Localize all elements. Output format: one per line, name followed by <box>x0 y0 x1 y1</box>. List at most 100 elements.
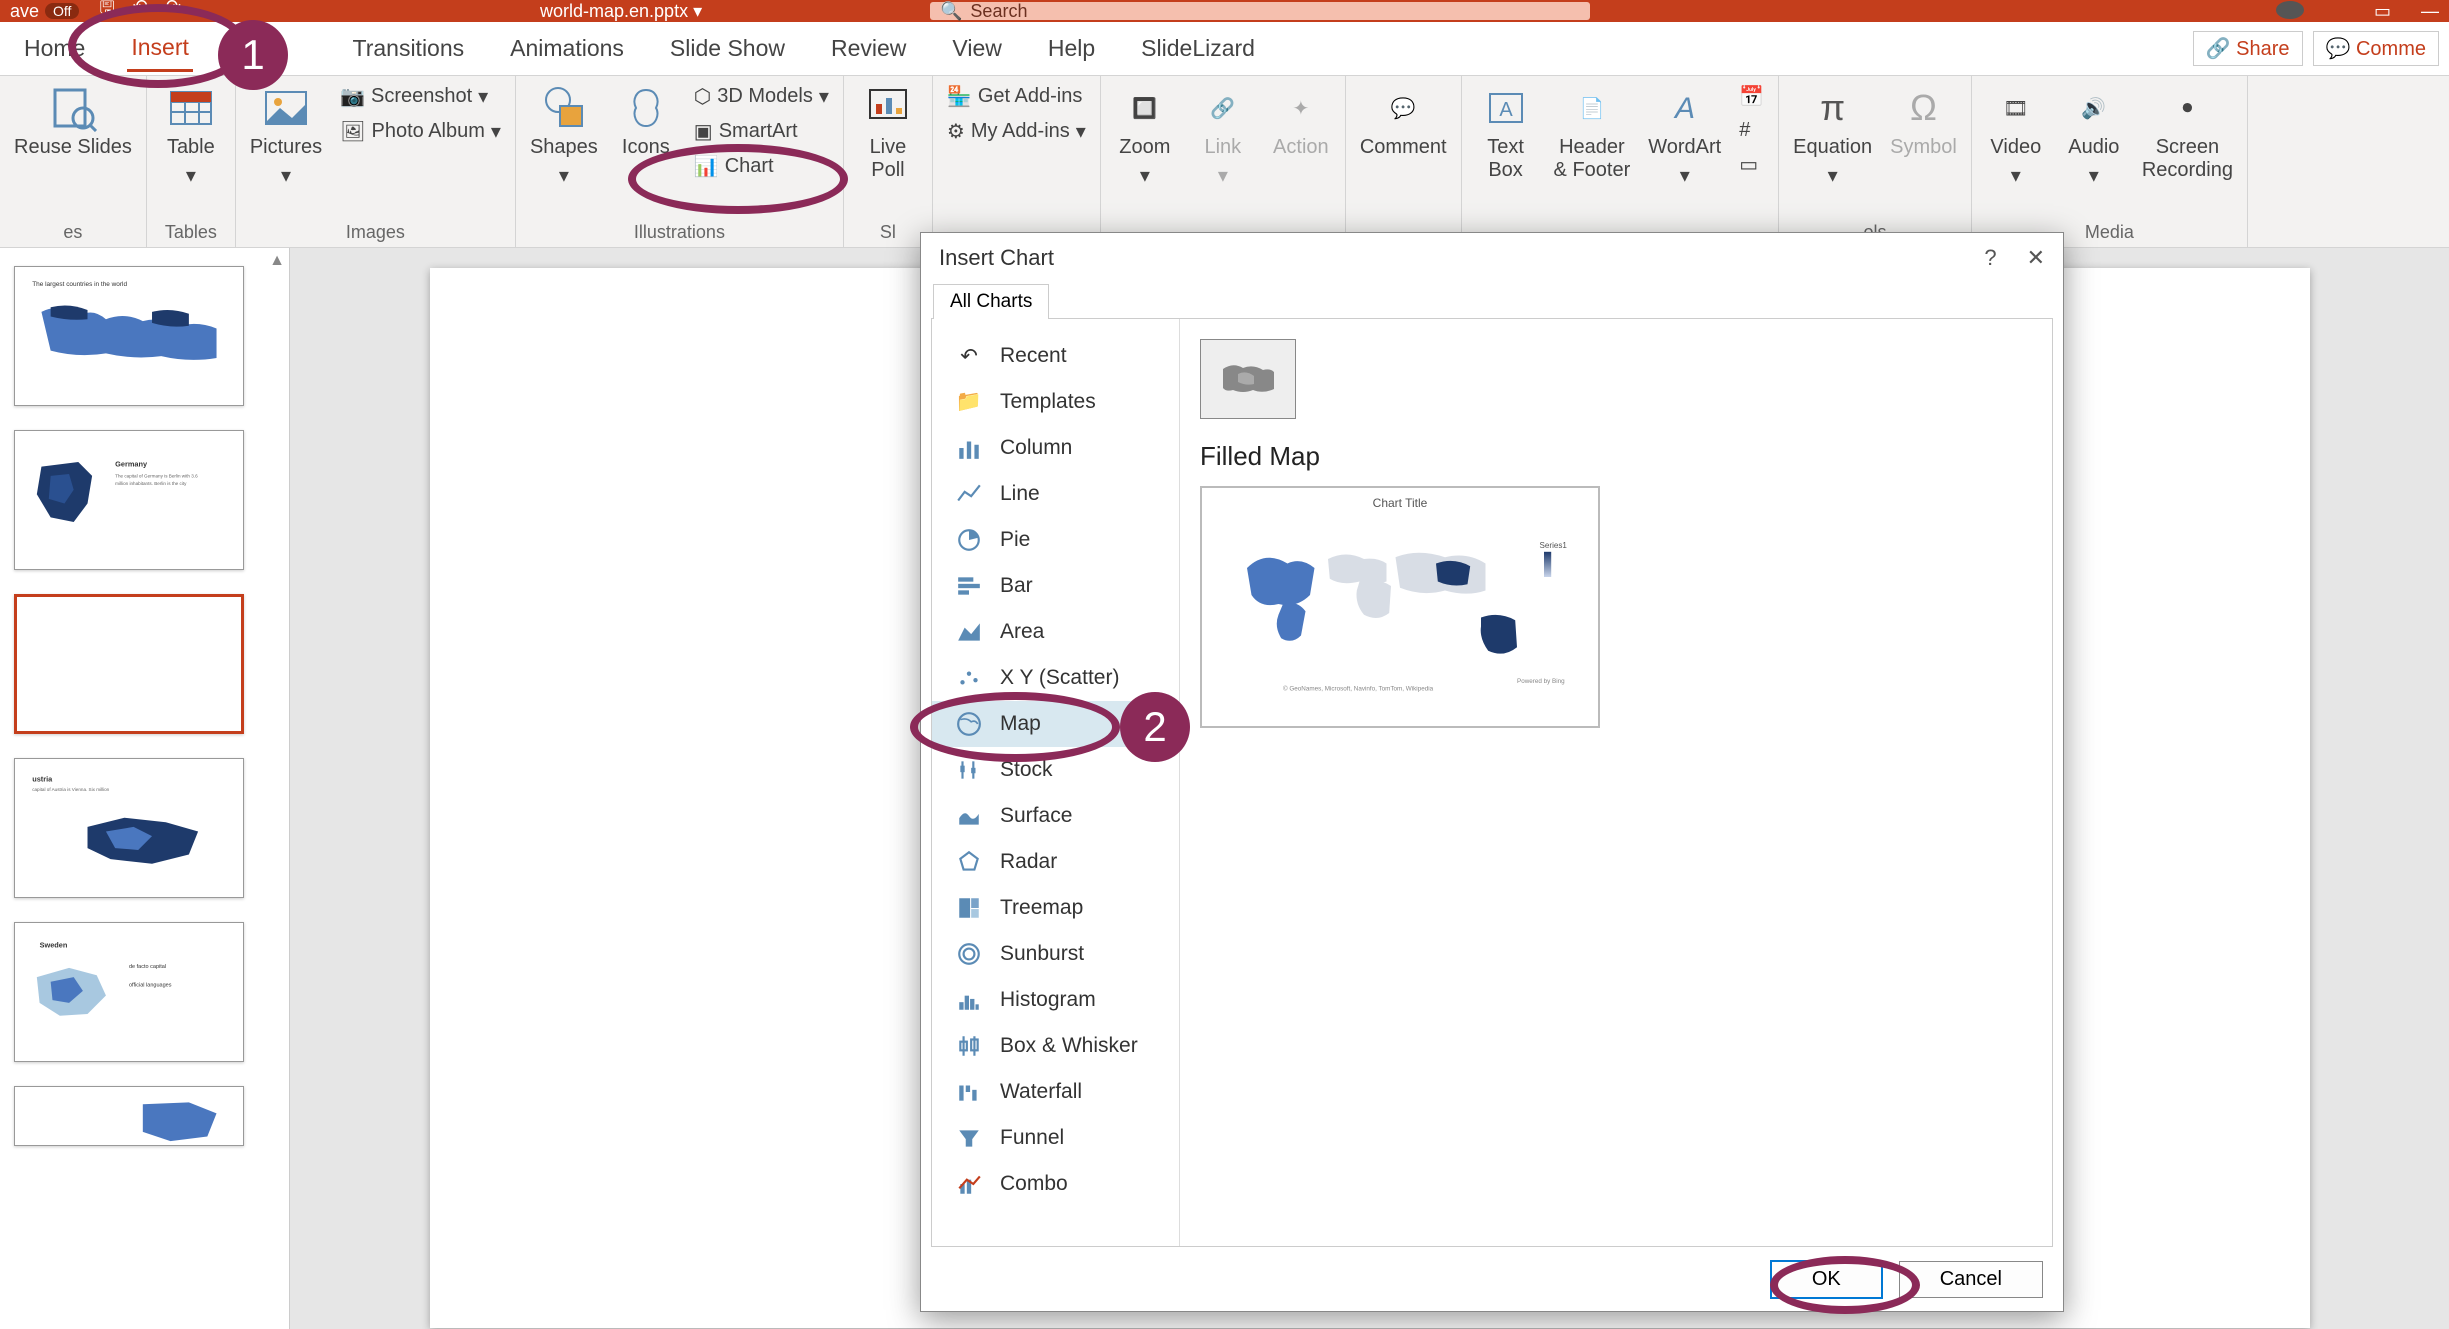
link-button[interactable]: 🔗Link▾ <box>1193 84 1253 188</box>
close-icon[interactable]: ✕ <box>2027 245 2045 271</box>
chart-type-boxwhisker[interactable]: Box & Whisker <box>932 1023 1179 1069</box>
chart-preview[interactable]: Chart Title Series1 © GeoNames, Microsof… <box>1200 486 1600 728</box>
pictures-label: Pictures <box>250 136 322 159</box>
screenshot-button[interactable]: 📷Screenshot ▾ <box>340 84 501 109</box>
templates-icon: 📁 <box>956 389 982 415</box>
slide-thumbnails-panel: ▲ The largest countries in the world Ger… <box>0 248 290 1329</box>
scroll-up-icon[interactable]: ▲ <box>269 252 285 270</box>
pie-icon <box>956 527 982 553</box>
chart-type-pie[interactable]: Pie <box>932 517 1179 563</box>
cancel-button[interactable]: Cancel <box>1899 1261 2043 1298</box>
radar-icon <box>956 849 982 875</box>
table-icon <box>167 84 215 132</box>
video-icon: 🎞 <box>1992 84 2040 132</box>
autosave-toggle[interactable]: ave Off <box>10 1 79 22</box>
zoom-button[interactable]: 🔲Zoom▾ <box>1115 84 1175 188</box>
table-button[interactable]: Table ▾ <box>161 84 221 188</box>
3d-models-button[interactable]: ⬡3D Models ▾ <box>694 84 829 109</box>
date-icon[interactable]: 📅 <box>1739 84 1764 109</box>
chart-type-bar[interactable]: Bar <box>932 563 1179 609</box>
header-footer-button[interactable]: 📄Header & Footer <box>1554 84 1631 182</box>
chart-type-surface[interactable]: Surface <box>932 793 1179 839</box>
comment-button[interactable]: 💬Comment <box>1360 84 1447 159</box>
slide-number-icon[interactable]: # <box>1739 119 1764 142</box>
svg-text:Series1: Series1 <box>1540 541 1568 550</box>
slide-thumbnail[interactable] <box>14 1086 244 1146</box>
chart-type-sunburst[interactable]: Sunburst <box>932 931 1179 977</box>
tab-help[interactable]: Help <box>1044 27 1099 70</box>
get-addins-button[interactable]: 🏪Get Add-ins <box>947 84 1086 109</box>
group-slides-label: es <box>63 222 82 243</box>
symbol-button[interactable]: ΩSymbol <box>1890 84 1957 159</box>
tab-review[interactable]: Review <box>827 27 910 70</box>
chart-type-stock[interactable]: Stock <box>932 747 1179 793</box>
chart-type-recent[interactable]: ↶Recent <box>932 333 1179 379</box>
reuse-slides-button[interactable]: Reuse Slides <box>14 84 132 159</box>
chart-type-radar[interactable]: Radar <box>932 839 1179 885</box>
ok-button[interactable]: OK <box>1770 1260 1883 1299</box>
equation-button[interactable]: πEquation▾ <box>1793 84 1872 188</box>
chart-type-funnel[interactable]: Funnel <box>932 1115 1179 1161</box>
action-button[interactable]: ✦Action <box>1271 84 1331 159</box>
ribbon-options-icon[interactable]: ▭ <box>2374 1 2391 22</box>
search-box[interactable]: 🔍 Search <box>930 2 1590 20</box>
slide-thumbnail[interactable]: Swedende facto capitalofficial languages <box>14 922 244 1062</box>
chart-type-column[interactable]: Column <box>932 425 1179 471</box>
chart-type-templates[interactable]: 📁Templates <box>932 379 1179 425</box>
tab-home[interactable]: Home <box>20 27 89 70</box>
tab-slideshow[interactable]: Slide Show <box>666 27 789 70</box>
help-icon[interactable]: ? <box>1984 245 1996 271</box>
chart-type-area[interactable]: Area <box>932 609 1179 655</box>
tab-slidelizard[interactable]: SlideLizard <box>1137 27 1259 70</box>
slide-thumbnail[interactable]: ustriacapital of Austria is Vienna. Six … <box>14 758 244 898</box>
textbox-button[interactable]: AText Box <box>1476 84 1536 182</box>
object-icon[interactable]: ▭ <box>1739 152 1764 177</box>
preview-chart-title: Chart Title <box>1210 496 1590 510</box>
chart-subtype-filled-map[interactable] <box>1200 339 1296 419</box>
my-addins-button[interactable]: ⚙My Add-ins ▾ <box>947 119 1086 144</box>
user-avatar[interactable] <box>2276 1 2304 19</box>
chart-type-histogram[interactable]: Histogram <box>932 977 1179 1023</box>
surface-icon <box>956 803 982 829</box>
live-poll-label: Live Poll <box>870 136 907 182</box>
live-poll-icon <box>864 84 912 132</box>
video-button[interactable]: 🎞Video▾ <box>1986 84 2046 188</box>
chart-type-list: ↶Recent 📁Templates Column Line Pie Bar A… <box>932 319 1180 1246</box>
share-button[interactable]: 🔗 Share <box>2193 31 2303 66</box>
slide-thumbnail[interactable]: The largest countries in the world <box>14 266 244 406</box>
tab-all-charts[interactable]: All Charts <box>933 284 1049 319</box>
slide-thumbnail-selected[interactable] <box>14 594 244 734</box>
photo-album-button[interactable]: 🖼Photo Album ▾ <box>340 119 501 144</box>
chart-type-line[interactable]: Line <box>932 471 1179 517</box>
chart-type-combo[interactable]: Combo <box>932 1161 1179 1207</box>
audio-icon: 🔊 <box>2070 84 2118 132</box>
wordart-button[interactable]: AWordArt▾ <box>1648 84 1721 188</box>
group-images-label: Images <box>346 222 405 243</box>
smartart-button[interactable]: ▣SmartArt <box>694 119 829 144</box>
chart-button[interactable]: 📊Chart <box>694 154 829 179</box>
chart-type-treemap[interactable]: Treemap <box>932 885 1179 931</box>
chart-type-scatter[interactable]: X Y (Scatter) <box>932 655 1179 701</box>
screen-recording-button[interactable]: ⏺Screen Recording <box>2142 84 2233 182</box>
audio-button[interactable]: 🔊Audio▾ <box>2064 84 2124 188</box>
link-icon: 🔗 <box>1199 84 1247 132</box>
live-poll-button[interactable]: Live Poll <box>858 84 918 182</box>
pictures-button[interactable]: Pictures ▾ <box>250 84 322 188</box>
comments-button[interactable]: 💬 Comme <box>2313 31 2439 66</box>
minimize-icon[interactable]: — <box>2421 1 2439 22</box>
tab-view[interactable]: View <box>948 27 1005 70</box>
boxwhisker-icon <box>956 1033 982 1059</box>
slide-thumbnail[interactable]: GermanyThe capital of Germany is Berlin … <box>14 430 244 570</box>
chart-type-waterfall[interactable]: Waterfall <box>932 1069 1179 1115</box>
tab-transitions[interactable]: Transitions <box>349 27 469 70</box>
chart-type-map[interactable]: Map <box>932 701 1179 747</box>
svg-text:The largest countries in the w: The largest countries in the world <box>32 281 127 288</box>
tab-insert[interactable]: Insert <box>127 26 193 72</box>
shapes-label: Shapes <box>530 136 598 159</box>
svg-text:million inhabitants. Berlin is: million inhabitants. Berlin is the city <box>115 481 187 486</box>
shapes-button[interactable]: Shapes ▾ <box>530 84 598 188</box>
tab-animations[interactable]: Animations <box>506 27 628 70</box>
title-bar: ave Off 🖫 ↶ ↷ world-map.en.pptx ▾ 🔍 Sear… <box>0 0 2449 22</box>
cube-icon: ⬡ <box>694 84 711 109</box>
icons-button[interactable]: Icons <box>616 84 676 159</box>
